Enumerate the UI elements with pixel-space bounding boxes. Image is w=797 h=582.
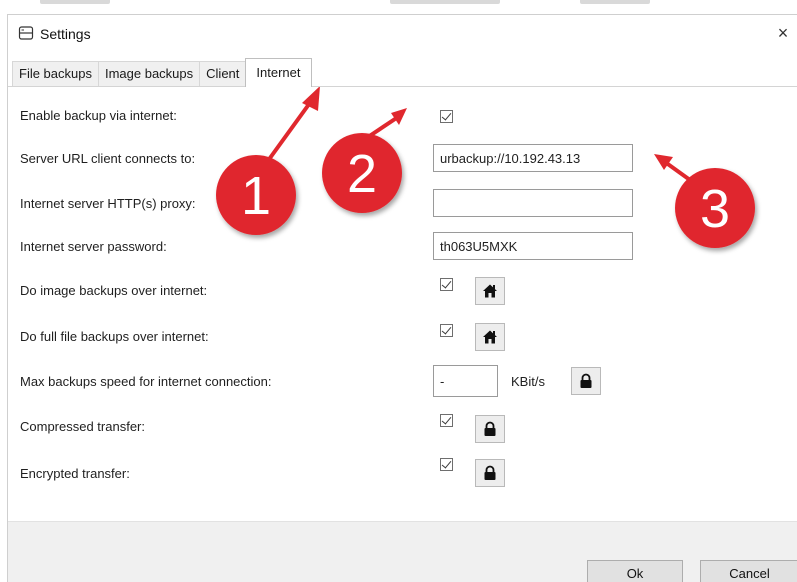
lock-icon <box>580 373 592 388</box>
max-speed-input[interactable] <box>433 365 498 397</box>
compressed-checkbox[interactable] <box>440 414 453 427</box>
setting-row-full-file-backups: Do full file backups over internet: <box>20 322 790 352</box>
setting-row-encrypted: Encrypted transfer: <box>20 458 790 489</box>
max-speed-label: Max backups speed for internet connectio… <box>20 374 272 389</box>
setting-row-image-backups: Do image backups over internet: <box>20 276 790 306</box>
background-window-strip <box>0 0 797 14</box>
http-proxy-label: Internet server HTTP(s) proxy: <box>20 196 196 211</box>
background-text-fragment <box>580 0 650 4</box>
setting-row-http-proxy: Internet server HTTP(s) proxy: <box>20 189 790 219</box>
tab-internet[interactable]: Internet <box>245 58 312 87</box>
tab-image-backups[interactable]: Image backups <box>97 61 201 87</box>
tab-bar: File backups Image backups Client Intern… <box>12 58 312 87</box>
full-file-backups-home-button[interactable] <box>475 323 505 351</box>
compressed-label: Compressed transfer: <box>20 419 145 434</box>
setting-row-enable-backup: Enable backup via internet: <box>20 101 790 131</box>
encrypted-lock-button[interactable] <box>475 459 505 487</box>
full-file-backups-checkbox[interactable] <box>440 324 453 337</box>
home-icon <box>483 330 497 344</box>
setting-row-server-url: Server URL client connects to: <box>20 144 790 174</box>
http-proxy-input[interactable] <box>433 189 633 217</box>
enable-backup-checkbox[interactable] <box>440 110 453 123</box>
server-url-label: Server URL client connects to: <box>20 151 196 166</box>
close-button[interactable]: × <box>769 19 797 47</box>
background-text-fragment <box>40 0 110 4</box>
window-title: Settings <box>40 26 91 42</box>
tab-client[interactable]: Client <box>199 61 247 87</box>
tab-file-backups[interactable]: File backups <box>12 61 99 87</box>
database-icon <box>18 26 34 40</box>
setting-row-compressed: Compressed transfer: <box>20 412 790 443</box>
lock-icon <box>484 465 496 480</box>
full-file-backups-label: Do full file backups over internet: <box>20 329 209 344</box>
password-label: Internet server password: <box>20 239 167 254</box>
setting-row-password: Internet server password: <box>20 232 790 262</box>
cancel-button[interactable]: Cancel <box>700 560 797 582</box>
password-input[interactable] <box>433 232 633 260</box>
image-backups-home-button[interactable] <box>475 277 505 305</box>
dialog-footer: Ok Cancel <box>8 521 797 582</box>
setting-row-max-speed: Max backups speed for internet connectio… <box>20 365 790 397</box>
encrypted-label: Encrypted transfer: <box>20 466 130 481</box>
enable-backup-label: Enable backup via internet: <box>20 108 177 123</box>
internet-settings-panel: Enable backup via internet: Server URL c… <box>8 87 797 521</box>
title-bar: Settings × <box>8 15 797 51</box>
server-url-input[interactable] <box>433 144 633 172</box>
encrypted-checkbox[interactable] <box>440 458 453 471</box>
tab-divider <box>8 86 797 87</box>
settings-dialog: Settings × File backups Image backups Cl… <box>7 14 797 582</box>
background-text-fragment <box>390 0 500 4</box>
compressed-lock-button[interactable] <box>475 415 505 443</box>
image-backups-label: Do image backups over internet: <box>20 283 208 298</box>
max-speed-lock-button[interactable] <box>571 367 601 395</box>
lock-icon <box>484 421 496 436</box>
max-speed-unit: KBit/s <box>511 374 545 389</box>
home-icon <box>483 284 497 298</box>
ok-button[interactable]: Ok <box>587 560 683 582</box>
image-backups-checkbox[interactable] <box>440 278 453 291</box>
close-icon: × <box>777 23 789 43</box>
